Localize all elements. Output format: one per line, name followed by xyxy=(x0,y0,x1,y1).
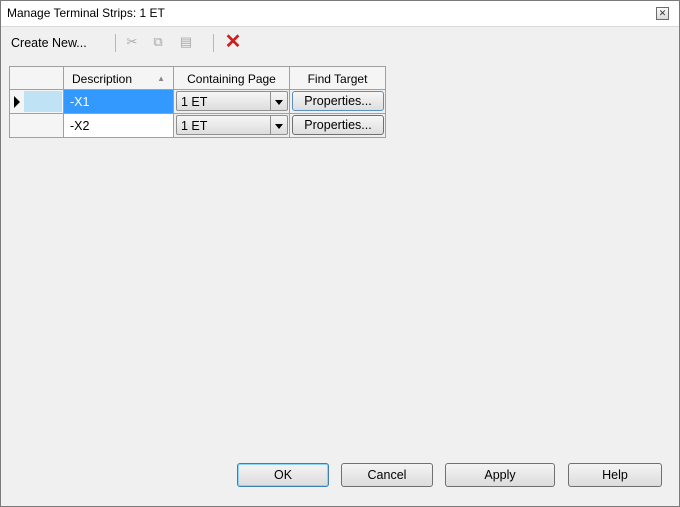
toolbar-separator xyxy=(213,34,214,52)
row-selector-highlight xyxy=(24,91,62,112)
header-corner xyxy=(10,66,64,90)
containing-page-combo[interactable]: 1 ET xyxy=(176,115,288,135)
column-header-label: Description xyxy=(72,72,133,86)
dropdown-button[interactable] xyxy=(270,116,287,134)
cut-icon[interactable]: ✂ xyxy=(123,33,141,51)
copy-icon[interactable]: ⧉ xyxy=(149,33,167,51)
column-header-find-target[interactable]: Find Target xyxy=(290,66,386,90)
find-target-cell: Properties... xyxy=(290,90,386,114)
containing-page-value: 1 ET xyxy=(181,119,208,133)
row-selector[interactable] xyxy=(10,114,64,138)
terminal-strips-table: Description ▲ Containing Page Find Targe… xyxy=(9,66,386,138)
table-header: Description ▲ Containing Page Find Targe… xyxy=(10,66,386,90)
table-row[interactable]: -X2 1 ET Properties... xyxy=(10,114,386,138)
paste-icon[interactable]: ▤ xyxy=(177,33,195,51)
close-icon[interactable]: ✕ xyxy=(656,7,669,20)
containing-page-combo[interactable]: 1 ET xyxy=(176,91,288,111)
containing-page-value: 1 ET xyxy=(181,95,208,109)
create-new-button[interactable]: Create New... xyxy=(7,32,91,54)
properties-button[interactable]: Properties... xyxy=(292,115,384,135)
manage-terminal-strips-dialog: Manage Terminal Strips: 1 ET ✕ Create Ne… xyxy=(0,0,680,507)
cancel-button[interactable]: Cancel xyxy=(341,463,433,487)
toolbar-separator xyxy=(115,34,116,52)
dropdown-button[interactable] xyxy=(270,92,287,110)
description-cell[interactable]: -X2 xyxy=(64,114,174,138)
dialog-title: Manage Terminal Strips: 1 ET xyxy=(7,6,165,20)
description-cell[interactable]: -X1 xyxy=(64,90,174,114)
help-button[interactable]: Help xyxy=(568,463,662,487)
chevron-down-icon xyxy=(275,124,283,129)
chevron-down-icon xyxy=(275,100,283,105)
column-header-containing-page[interactable]: Containing Page xyxy=(174,66,290,90)
find-target-cell: Properties... xyxy=(290,114,386,138)
delete-icon[interactable]: ✕ xyxy=(223,31,243,53)
ok-button[interactable]: OK xyxy=(237,463,329,487)
containing-page-dropdown[interactable]: 1 ET xyxy=(174,90,290,114)
title-bar: Manage Terminal Strips: 1 ET ✕ xyxy=(1,1,679,27)
row-selector[interactable] xyxy=(10,90,64,114)
current-row-arrow-icon xyxy=(14,96,20,108)
sort-ascending-icon: ▲ xyxy=(157,74,165,83)
toolbar: Create New... ✂ ⧉ ▤ ✕ xyxy=(1,27,679,59)
apply-button[interactable]: Apply xyxy=(445,463,555,487)
table-row[interactable]: -X1 1 ET Properties... xyxy=(10,90,386,114)
column-header-description[interactable]: Description ▲ xyxy=(64,66,174,90)
containing-page-dropdown[interactable]: 1 ET xyxy=(174,114,290,138)
properties-button[interactable]: Properties... xyxy=(292,91,384,111)
